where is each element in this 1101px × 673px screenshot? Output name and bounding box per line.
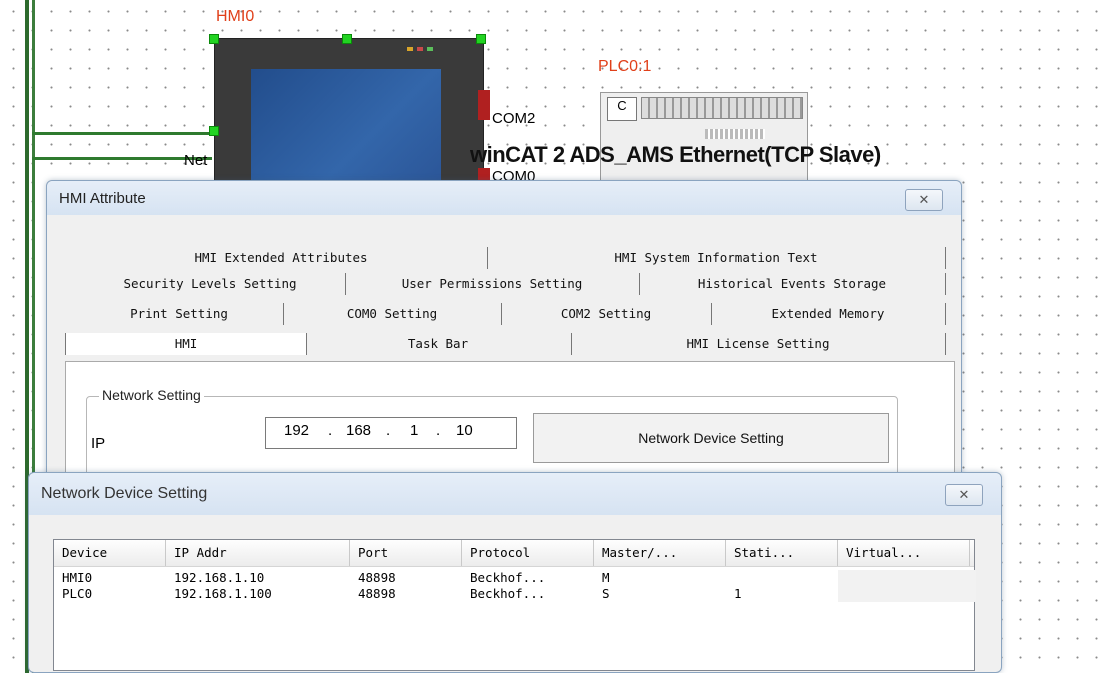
cell-port: 48898 xyxy=(358,570,396,585)
plc-logo-icon: C xyxy=(607,97,637,121)
dialog-title: Network Device Setting xyxy=(41,485,208,502)
tab-row-4: HMI Task Bar HMI License Setting xyxy=(47,333,947,355)
ip-dot: . xyxy=(436,422,441,439)
resize-handle[interactable] xyxy=(209,126,219,136)
dialog-titlebar[interactable]: HMI Attribute xyxy=(47,181,961,215)
table-row[interactable]: PLC0 192.168.1.100 48898 Beckhof... S 1 xyxy=(54,586,976,602)
dialog-titlebar[interactable]: Network Device Setting xyxy=(29,473,1001,515)
column-header-device[interactable]: Device xyxy=(54,540,166,566)
tab-com2-setting[interactable]: COM2 Setting xyxy=(501,303,712,325)
hmi-attribute-dialog: HMI Attribute ✕ HMI Extended Attributes … xyxy=(46,180,962,512)
status-led-icon xyxy=(427,47,433,51)
tab-extended-memory[interactable]: Extended Memory xyxy=(711,303,946,325)
network-device-setting-button[interactable]: Network Device Setting xyxy=(533,413,889,463)
column-header-port[interactable]: Port xyxy=(350,540,462,566)
tab-hmi-extended-attributes[interactable]: HMI Extended Attributes xyxy=(75,247,488,269)
resize-handle[interactable] xyxy=(342,34,352,44)
cell-virtual xyxy=(838,570,976,586)
ip-octet-1: 192 xyxy=(284,422,310,439)
cell-master: M xyxy=(602,570,610,585)
cell-protocol: Beckhof... xyxy=(470,586,546,601)
cell-ip-addr: 192.168.1.10 xyxy=(174,570,265,585)
column-header-protocol[interactable]: Protocol xyxy=(462,540,594,566)
network-setting-legend: Network Setting xyxy=(99,387,204,403)
cell-master: S xyxy=(602,586,610,601)
cell-port: 48898 xyxy=(358,586,396,601)
tab-task-bar[interactable]: Task Bar xyxy=(305,333,572,355)
hmi-screen xyxy=(251,69,441,189)
cell-device: HMI0 xyxy=(62,570,93,585)
device-list[interactable]: Device IP Addr Port Protocol Master/... … xyxy=(53,539,976,671)
column-header-station[interactable]: Stati... xyxy=(726,540,838,566)
ip-address-field[interactable]: 192 . 168 . 1 . 10 xyxy=(265,417,517,449)
tab-com0-setting[interactable]: COM0 Setting xyxy=(283,303,502,325)
ip-octet-4: 10 xyxy=(456,422,473,439)
cell-ip-addr: 192.168.1.100 xyxy=(174,586,272,601)
list-header: Device IP Addr Port Protocol Master/... … xyxy=(54,540,974,567)
tab-print-setting[interactable]: Print Setting xyxy=(75,303,284,325)
close-button[interactable]: ✕ xyxy=(905,189,943,211)
cell-device: PLC0 xyxy=(62,586,93,601)
hmi-device[interactable] xyxy=(214,38,484,200)
column-header-ip-addr[interactable]: IP Addr xyxy=(166,540,350,566)
com2-label: COM2 xyxy=(492,110,536,127)
tab-hmi-license-setting[interactable]: HMI License Setting xyxy=(571,333,946,355)
cell-protocol: Beckhof... xyxy=(470,570,546,585)
close-button[interactable]: ✕ xyxy=(945,484,983,506)
column-header-virtual[interactable]: Virtual... xyxy=(838,540,970,566)
column-header-master[interactable]: Master/... xyxy=(594,540,726,566)
dialog-title: HMI Attribute xyxy=(59,190,146,207)
ip-dot: . xyxy=(328,422,333,439)
tab-hmi-system-information-text[interactable]: HMI System Information Text xyxy=(487,247,946,269)
resize-handle[interactable] xyxy=(209,34,219,44)
status-led-icon xyxy=(417,47,423,51)
tab-security-levels-setting[interactable]: Security Levels Setting xyxy=(75,273,346,295)
terminal-strip xyxy=(641,97,803,119)
tab-row-3: Print Setting COM0 Setting COM2 Setting … xyxy=(47,303,947,325)
com-port-icon xyxy=(478,90,490,120)
ip-octet-3: 1 xyxy=(410,422,419,439)
tab-row-2: Security Levels Setting User Permissions… xyxy=(47,273,947,295)
tab-hmi[interactable]: HMI xyxy=(65,333,307,355)
terminal-strip-lower xyxy=(705,129,765,139)
cell-virtual xyxy=(838,586,976,602)
tab-user-permissions-setting[interactable]: User Permissions Setting xyxy=(345,273,640,295)
net-label: Net xyxy=(184,152,208,169)
ip-octet-2: 168 xyxy=(346,422,372,439)
connection-caption: winCAT 2 ADS_AMS Ethernet(TCP Slave) xyxy=(470,142,881,167)
plc-label: PLC0:1 xyxy=(598,58,652,75)
network-device-setting-dialog: Network Device Setting ✕ Device IP Addr … xyxy=(28,472,1002,673)
network-wire[interactable] xyxy=(32,132,212,135)
status-led-icon xyxy=(407,47,413,51)
cell-station: 1 xyxy=(734,586,742,601)
tab-row-1: HMI Extended Attributes HMI System Infor… xyxy=(47,247,947,269)
table-row[interactable]: HMI0 192.168.1.10 48898 Beckhof... M xyxy=(54,570,976,586)
resize-handle[interactable] xyxy=(476,34,486,44)
hmi-label: HMI0 xyxy=(216,8,255,25)
ip-dot: . xyxy=(386,422,391,439)
tab-historical-events-storage[interactable]: Historical Events Storage xyxy=(639,273,946,295)
ip-label: IP xyxy=(91,435,106,452)
